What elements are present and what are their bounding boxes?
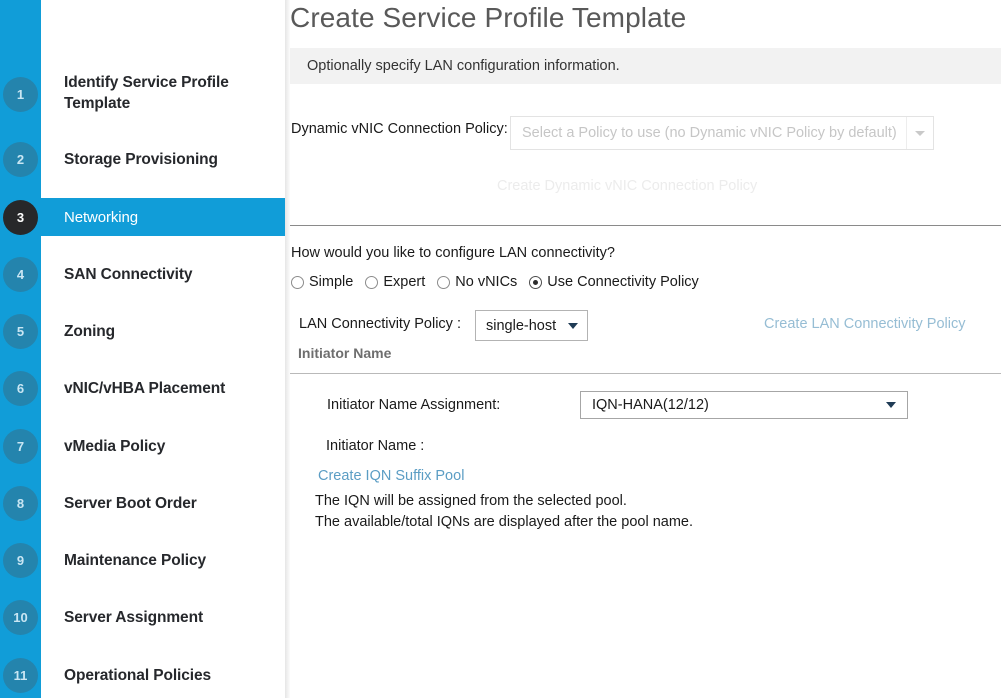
- sidebar-item-vnic-vhba-placement[interactable]: 6 vNIC/vHBA Placement: [0, 369, 285, 407]
- initiator-name-assignment-row: Initiator Name Assignment: IQN-HANA(12/1…: [285, 391, 1001, 421]
- initiator-name-section-title: Initiator Name: [298, 345, 392, 361]
- sidebar-item-label: Operational Policies: [64, 667, 212, 684]
- sidebar-item-zoning[interactable]: 5 Zoning: [0, 312, 285, 350]
- radio-option-expert[interactable]: Expert: [365, 274, 425, 290]
- lan-connectivity-policy-label: LAN Connectivity Policy :: [299, 316, 461, 332]
- initiator-help-text: The IQN will be assigned from the select…: [315, 491, 693, 533]
- lan-connectivity-policy-select[interactable]: single-host: [475, 310, 588, 341]
- chevron-down-icon[interactable]: [906, 117, 933, 149]
- step-number-badge: 3: [3, 200, 38, 235]
- create-service-profile-template-window: 1 Identify Service Profile Template 2 Stora…: [0, 0, 1001, 698]
- caret-down-icon: [568, 323, 578, 329]
- step-number-badge: 4: [3, 257, 38, 292]
- lan-connectivity-question: How would you like to configure LAN conn…: [291, 245, 615, 261]
- lan-connectivity-policy-row: LAN Connectivity Policy : single-host Cr…: [285, 310, 1001, 341]
- sidebar-item-label: Zoning: [64, 323, 116, 340]
- sidebar-item-label: Maintenance Policy: [64, 552, 207, 569]
- step-number-badge: 9: [3, 543, 38, 578]
- step-number-badge: 7: [3, 429, 38, 464]
- sidebar-item-label: SAN Connectivity: [64, 266, 193, 283]
- create-iqn-suffix-pool-link[interactable]: Create IQN Suffix Pool: [318, 468, 464, 484]
- radio-button-icon[interactable]: [437, 275, 451, 289]
- info-banner-text: Optionally specify LAN configuration inf…: [307, 58, 620, 74]
- create-dynamic-vnic-connection-policy-link[interactable]: Create Dynamic vNIC Connection Policy: [497, 178, 757, 194]
- dynamic-vnic-policy-row: Dynamic vNIC Connection Policy: Select a…: [285, 116, 1001, 150]
- sidebar-item-san-connectivity[interactable]: 4 SAN Connectivity: [0, 255, 285, 293]
- sidebar-item-label: Storage Provisioning: [64, 151, 218, 168]
- sidebar-item-networking[interactable]: 3 Networking: [0, 198, 285, 236]
- radio-option-label: Simple: [309, 274, 354, 290]
- radio-option-no-vnics[interactable]: No vNICs: [437, 274, 517, 290]
- radio-button-icon[interactable]: [291, 275, 304, 289]
- create-lan-connectivity-policy-link[interactable]: Create LAN Connectivity Policy: [764, 316, 965, 332]
- dynamic-vnic-policy-placeholder: Select a Policy to use (no Dynamic vNIC …: [522, 125, 897, 141]
- sidebar-item-label: Server Assignment: [64, 609, 204, 626]
- section-divider-top: [290, 225, 1001, 226]
- dynamic-vnic-policy-select[interactable]: Select a Policy to use (no Dynamic vNIC …: [510, 116, 934, 150]
- step-number-badge: 8: [3, 486, 38, 521]
- sidebar-item-label: vMedia Policy: [64, 438, 166, 455]
- initiator-name-divider: [290, 373, 1001, 374]
- step-number-badge: 1: [3, 77, 38, 112]
- dynamic-vnic-policy-label: Dynamic vNIC Connection Policy:: [291, 121, 508, 137]
- caret-down-icon: [886, 402, 896, 408]
- sidebar-item-server-boot-order[interactable]: 8 Server Boot Order: [0, 484, 285, 522]
- step-number-badge: 10: [3, 600, 38, 635]
- main-panel: Create Service Profile Template Optional…: [285, 0, 1001, 698]
- sidebar-item-storage-provisioning[interactable]: 2 Storage Provisioning: [0, 140, 285, 178]
- sidebar-item-label: Networking: [64, 209, 139, 226]
- initiator-help-line-1: The IQN will be assigned from the select…: [315, 493, 627, 509]
- radio-option-label: No vNICs: [455, 274, 518, 290]
- sidebar-item-server-assignment[interactable]: 10 Server Assignment: [0, 598, 285, 636]
- sidebar-item-identify-service-profile-template[interactable]: 1 Identify Service Profile Template: [0, 66, 285, 122]
- step-number-badge: 5: [3, 314, 38, 349]
- sidebar-item-maintenance-policy[interactable]: 9 Maintenance Policy: [0, 541, 285, 579]
- sidebar-item-label: vNIC/vHBA Placement: [64, 380, 226, 397]
- lan-connectivity-radio-group: Simple Expert No vNICs Use Connectivity Pol…: [291, 274, 711, 290]
- initiator-name-assignment-value: IQN-HANA(12/12): [592, 397, 709, 413]
- initiator-name-assignment-label: Initiator Name Assignment:: [327, 397, 501, 413]
- initiator-name-assignment-select[interactable]: IQN-HANA(12/12): [580, 391, 908, 419]
- sidebar-item-vmedia-policy[interactable]: 7 vMedia Policy: [0, 427, 285, 465]
- sidebar-item-label: Server Boot Order: [64, 495, 197, 512]
- wizard-step-list: 1 Identify Service Profile Template 2 Stora…: [0, 0, 285, 698]
- lan-connectivity-policy-value: single-host: [486, 317, 557, 334]
- step-number-badge: 11: [3, 658, 38, 693]
- page-title: Create Service Profile Template: [290, 2, 687, 33]
- step-number-badge: 6: [3, 371, 38, 406]
- radio-option-label: Expert: [383, 274, 426, 290]
- initiator-name-label: Initiator Name :: [326, 438, 425, 454]
- radio-option-label: Use Connectivity Policy: [547, 274, 699, 290]
- wizard-step-sidebar: 1 Identify Service Profile Template 2 Stora…: [0, 0, 285, 698]
- info-banner: Optionally specify LAN configuration inf…: [290, 48, 1001, 84]
- step-number-badge: 2: [3, 142, 38, 177]
- radio-button-icon[interactable]: [365, 275, 379, 289]
- initiator-help-line-2: The available/total IQNs are displayed a…: [315, 514, 694, 530]
- panel-left-shadow: [285, 0, 290, 698]
- radio-option-simple[interactable]: Simple: [291, 274, 353, 290]
- radio-option-use-connectivity-policy[interactable]: Use Connectivity Policy: [529, 274, 699, 290]
- radio-button-icon[interactable]: [529, 275, 543, 289]
- sidebar-item-label: Identify Service Profile Template: [64, 74, 229, 112]
- sidebar-item-operational-policies[interactable]: 11 Operational Policies: [0, 656, 285, 694]
